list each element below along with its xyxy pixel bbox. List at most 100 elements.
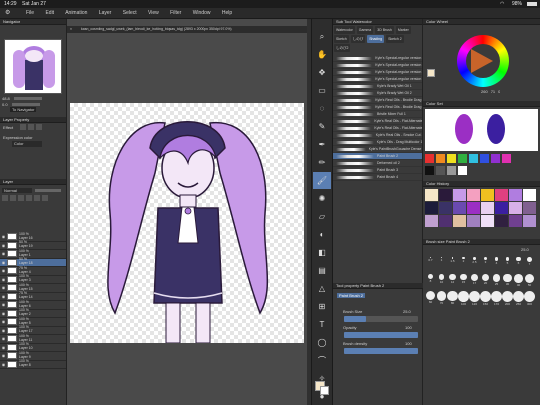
- brush-size-option[interactable]: 100: [458, 291, 469, 307]
- rotate-slider[interactable]: [11, 103, 40, 106]
- pen-icon[interactable]: ✒: [313, 136, 331, 153]
- history-swatch[interactable]: [453, 202, 466, 214]
- brush-icon[interactable]: 🖌: [313, 172, 331, 189]
- gradient-icon[interactable]: ▤: [313, 262, 331, 279]
- history-swatch[interactable]: [509, 215, 522, 227]
- swatch-yellow[interactable]: [447, 154, 456, 163]
- swatch-dark-gray[interactable]: [436, 166, 445, 175]
- color-indicator[interactable]: [315, 381, 329, 395]
- brush-item[interactable]: Kyle's Real Oils - Brodie Drag 2: [333, 104, 422, 111]
- eye-icon[interactable]: ◉: [0, 328, 7, 333]
- brush-size-option[interactable]: 200: [502, 291, 513, 307]
- brush-size-option[interactable]: 1: [436, 257, 447, 271]
- tab-marker[interactable]: Marker: [395, 26, 411, 34]
- history-swatch[interactable]: [481, 189, 494, 201]
- swatch-white[interactable]: [458, 166, 467, 175]
- layer-row[interactable]: ◉ 100 % Layer 5: [0, 317, 66, 327]
- tab-3d-brush[interactable]: 3D Brush: [375, 26, 394, 34]
- eye-icon[interactable]: ◉: [0, 353, 7, 358]
- menu-view[interactable]: View: [148, 10, 159, 16]
- eye-icon[interactable]: ◉: [0, 234, 7, 239]
- brush-size-option[interactable]: 17: [469, 274, 480, 288]
- tab-shading[interactable]: Shading: [367, 35, 385, 43]
- lock-icon[interactable]: [26, 195, 32, 201]
- angle-value[interactable]: 0.0: [2, 102, 8, 107]
- menu-help[interactable]: Help: [222, 10, 232, 16]
- color-wheel[interactable]: [457, 35, 509, 87]
- layer-row[interactable]: ◉ 100 % Layer 2: [0, 309, 66, 318]
- swatch-magenta[interactable]: [502, 154, 511, 163]
- layer-row[interactable]: ◉ 100 % Layer 16: [0, 232, 66, 242]
- eye-icon[interactable]: ◉: [0, 345, 7, 350]
- mask-icon[interactable]: [34, 195, 40, 201]
- swatch-cyan[interactable]: [469, 154, 478, 163]
- history-swatch[interactable]: [425, 202, 438, 214]
- history-swatch[interactable]: [481, 215, 494, 227]
- opacity-slider-tool[interactable]: [344, 332, 418, 338]
- brush-size-option[interactable]: 2.5: [469, 257, 480, 271]
- layer-row[interactable]: ◉ 100 % Layer 1: [0, 249, 66, 259]
- layer-row[interactable]: ◉ 50 % Layer 18: [0, 258, 66, 267]
- fill-icon[interactable]: ◧: [313, 244, 331, 261]
- menu-layer[interactable]: Layer: [99, 10, 112, 16]
- brush-size-option[interactable]: 20: [480, 274, 491, 288]
- eyedropper-icon[interactable]: ✎: [313, 118, 331, 135]
- ruler-icon[interactable]: ⊞: [313, 298, 331, 315]
- new-layer-icon[interactable]: [2, 195, 8, 201]
- brush-size-option[interactable]: 10: [436, 274, 447, 288]
- brush-size-option[interactable]: 3: [480, 257, 491, 271]
- history-swatch[interactable]: [509, 202, 522, 214]
- tab-shinobi[interactable]: しのび: [350, 35, 366, 43]
- brush-item[interactable]: Kyle's Special-regular version 2: [333, 62, 422, 69]
- menu-file[interactable]: File: [26, 10, 34, 16]
- brush-size-option[interactable]: 50: [524, 274, 535, 288]
- figure-icon[interactable]: △: [313, 280, 331, 297]
- app-menu-icon[interactable]: ⚙: [5, 8, 10, 19]
- brush-size-option[interactable]: 7: [524, 257, 535, 271]
- history-swatch[interactable]: [523, 189, 536, 201]
- history-swatch[interactable]: [523, 215, 536, 227]
- brush-size-option[interactable]: 0.7: [425, 257, 436, 271]
- color-triangle[interactable]: [471, 49, 493, 73]
- main-color-preview[interactable]: [427, 69, 435, 77]
- brush-item[interactable]: Kyle's Brady Wet Oil 1: [333, 83, 422, 90]
- airbrush-icon[interactable]: ✺: [313, 190, 331, 207]
- swatch-black[interactable]: [425, 166, 434, 175]
- brush-size-option[interactable]: 120: [469, 291, 480, 307]
- menu-edit[interactable]: Edit: [45, 10, 54, 16]
- layer-row[interactable]: ◉ 100 % Layer 9: [0, 351, 66, 361]
- eye-icon[interactable]: ◉: [0, 277, 7, 282]
- layer-row[interactable]: ◉ 100 % Layer 3: [0, 275, 66, 284]
- brush-size-option[interactable]: 4: [491, 257, 502, 271]
- eye-icon[interactable]: ◉: [0, 294, 7, 299]
- brush-item[interactable]: Kyle's PaintBrushGouache Dense Gritty Dr…: [333, 146, 422, 153]
- brush-size-option[interactable]: 12: [447, 274, 458, 288]
- pencil-icon[interactable]: ✏: [313, 154, 331, 171]
- brush-item[interactable]: Kyle's Special-regular version 1: [333, 55, 422, 62]
- history-swatch[interactable]: [453, 215, 466, 227]
- swatch-blue[interactable]: [480, 154, 489, 163]
- clip-icon[interactable]: [18, 195, 24, 201]
- swatch-green[interactable]: [458, 154, 467, 163]
- layer-row[interactable]: ◉ 100 % Layer 8: [0, 360, 66, 369]
- brush-item[interactable]: Kyle's Real Oils - Brodie Drag 1: [333, 97, 422, 104]
- sub-color-swatch[interactable]: [320, 386, 329, 395]
- eye-icon[interactable]: ◉: [0, 243, 7, 248]
- brush-size-option[interactable]: 250: [513, 291, 524, 307]
- history-swatch[interactable]: [495, 202, 508, 214]
- eye-icon[interactable]: ◉: [0, 362, 7, 367]
- brush-size-option[interactable]: 8: [425, 274, 436, 288]
- select-icon[interactable]: ▭: [313, 82, 331, 99]
- eye-icon[interactable]: ◉: [0, 336, 7, 341]
- layer-row[interactable]: ◉ 75 % Layer 14: [0, 292, 66, 301]
- opacity-slider[interactable]: [35, 188, 61, 192]
- menu-window[interactable]: Window: [193, 10, 211, 16]
- eraser-icon[interactable]: ▱: [313, 208, 331, 225]
- brush-item[interactable]: Bristle Mixer Full 1: [333, 111, 422, 118]
- history-swatch[interactable]: [467, 215, 480, 227]
- brush-size-option[interactable]: 150: [480, 291, 491, 307]
- eye-icon[interactable]: ◉: [0, 260, 7, 265]
- brush-size-slider[interactable]: [344, 316, 418, 322]
- history-swatch[interactable]: [439, 215, 452, 227]
- text-icon[interactable]: T: [313, 316, 331, 333]
